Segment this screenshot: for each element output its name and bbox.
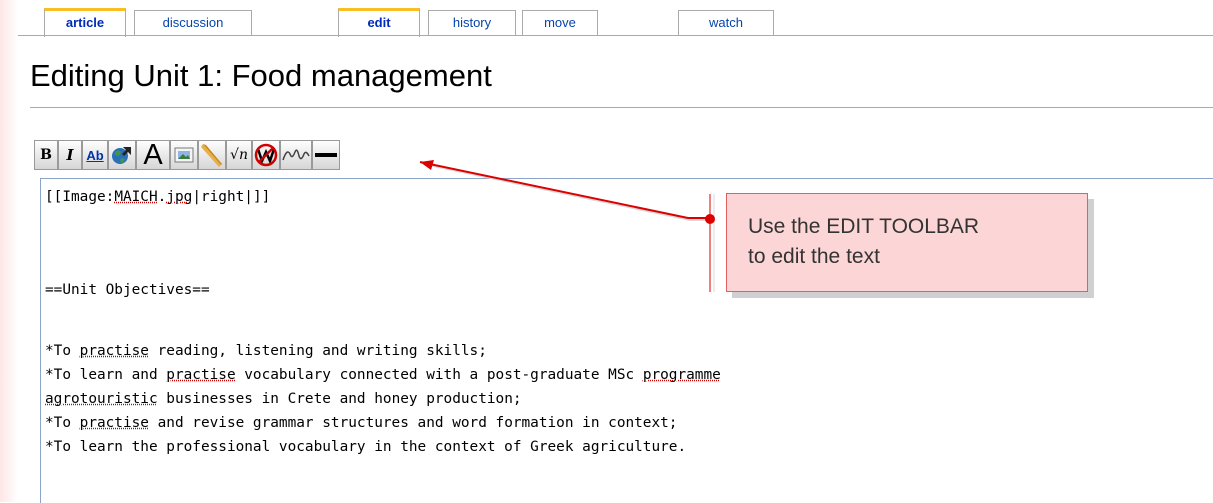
headline-button[interactable]: A [136, 140, 170, 170]
callout-box: Use the EDIT TOOLBAR to edit the text [726, 193, 1088, 292]
editor-line-heading: ==Unit Objectives== [45, 282, 210, 298]
image-icon [174, 147, 194, 163]
tab-discussion[interactable]: discussion [134, 10, 252, 35]
headline-icon: A [143, 139, 163, 171]
editor-line-objective-4: *To learn the professional vocabulary in… [45, 439, 687, 455]
horizontal-line-icon [315, 153, 337, 157]
callout-line-2: to edit the text [748, 245, 880, 268]
signature-icon [282, 149, 310, 161]
math-icon: √n [230, 147, 248, 163]
internal-link-icon: Ab [86, 147, 104, 163]
tab-article[interactable]: article [44, 8, 126, 37]
tab-edit[interactable]: edit [338, 8, 420, 37]
image-button[interactable] [170, 140, 198, 170]
italic-icon: I [66, 146, 74, 164]
horizontal-line-button[interactable] [312, 140, 340, 170]
left-decoration [0, 0, 18, 502]
nowiki-button[interactable] [252, 140, 280, 170]
editor-line-objective-2: *To learn and practise vocabulary connec… [45, 367, 721, 383]
editor-line-objective-2-cont: agrotouristic businesses in Crete and ho… [45, 391, 522, 407]
editor-line-objective-3: *To practise and revise grammar structur… [45, 415, 678, 431]
page-title: Editing Unit 1: Food management [30, 58, 492, 93]
title-rule [30, 107, 1213, 108]
tab-move[interactable]: move [522, 10, 598, 35]
bold-button[interactable]: B [34, 140, 58, 170]
nowiki-icon [254, 143, 278, 167]
callout-line-1: Use the EDIT TOOLBAR [748, 215, 980, 238]
tab-watch[interactable]: watch [678, 10, 774, 35]
external-link-icon [112, 147, 131, 164]
math-button[interactable]: √n [226, 140, 252, 170]
bold-icon: B [40, 147, 52, 163]
editor-line-objective-1: *To practise reading, listening and writ… [45, 343, 487, 359]
media-button[interactable] [198, 140, 226, 170]
external-link-button[interactable] [108, 140, 136, 170]
editor-line-image: [[Image:MAICH.jpg|right|]] [45, 189, 271, 205]
italic-button[interactable]: I [58, 140, 82, 170]
media-icon [201, 144, 222, 167]
internal-link-button[interactable]: Ab [82, 140, 108, 170]
tab-history[interactable]: history [428, 10, 516, 35]
tabs-divider [18, 35, 1213, 36]
signature-button[interactable] [280, 140, 312, 170]
